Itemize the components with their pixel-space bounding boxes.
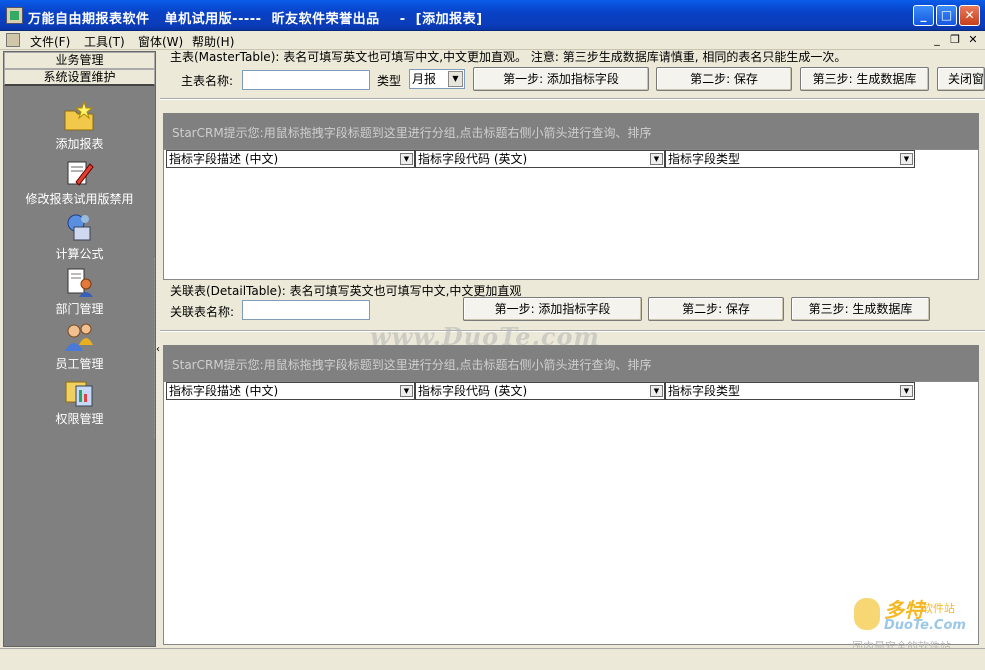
sidebar-item-department[interactable]: 部门管理 [4,266,155,320]
collapse-arrow-icon[interactable]: ‹ [156,344,160,355]
sidebar-group-settings[interactable]: 系统设置维护 [4,69,155,86]
title-bar: 万能自由期报表软件 单机试用版----- 昕友软件荣誉出品 - [添加报表] _… [0,0,985,31]
edit-document-icon [67,161,94,186]
master-column-code[interactable]: 指标字段代码 (英文) ▼ [415,150,665,168]
type-select[interactable]: 月报 ▼ [409,69,465,89]
sidebar-item-label: 部门管理 [55,302,104,316]
detail-add-field-button[interactable]: 第一步: 添加指标字段 [463,297,642,321]
sidebar-item-label: 权限管理 [55,412,104,426]
sidebar-item-label: 修改报表试用版禁用 [25,192,134,206]
column-header-label: 指标字段描述 (中文) [169,384,279,398]
divider [160,98,985,100]
chevron-down-icon[interactable]: ▼ [448,71,463,87]
window-title: 万能自由期报表软件 单机试用版----- 昕友软件荣誉出品 - [添加报表] [28,12,483,27]
column-header-label: 指标字段类型 [668,152,741,166]
close-form-button[interactable]: 关闭窗 [937,67,985,91]
minimize-button[interactable]: _ [913,5,934,26]
department-icon [67,268,93,297]
master-column-description[interactable]: 指标字段描述 (中文) ▼ [166,150,415,168]
permissions-icon [65,381,93,407]
app-icon[interactable] [6,7,23,24]
status-bar [0,648,985,670]
watermark-logo-url: DuoTe.Com [884,618,966,633]
sidebar: 业务管理 系统设置维护 添加报表 修改报表试用版禁用 计算公式 部门管理 员工管… [3,51,156,647]
mdi-close-button[interactable]: ✕ [966,33,980,47]
column-header-label: 指标字段类型 [668,384,741,398]
sidebar-item-label: 添加报表 [55,137,104,151]
sidebar-item-label: 员工管理 [55,357,104,371]
sidebar-splitter[interactable]: ‹ [154,258,162,438]
sidebar-group-business[interactable]: 业务管理 [4,52,155,69]
master-name-input[interactable] [242,70,370,90]
folder-star-icon [64,101,94,131]
sidebar-item-formula[interactable]: 计算公式 [4,211,155,265]
menu-tools[interactable]: 工具(T) [84,33,125,50]
sidebar-item-permissions[interactable]: 权限管理 [4,376,155,430]
column-filter-icon[interactable]: ▼ [400,385,413,397]
close-window-button[interactable]: ✕ [959,5,980,26]
maximize-button[interactable]: □ [936,5,957,26]
sidebar-item-add-report[interactable]: 添加报表 [4,101,155,155]
mdi-minimize-button[interactable]: _ [930,33,944,47]
employees-icon [65,323,93,351]
column-filter-icon[interactable]: ▼ [650,153,663,165]
column-header-label: 指标字段代码 (英文) [418,384,528,398]
detail-column-type[interactable]: 指标字段类型 ▼ [665,382,915,400]
detail-column-code[interactable]: 指标字段代码 (英文) ▼ [415,382,665,400]
master-grid[interactable]: 指标字段描述 (中文) ▼ 指标字段代码 (英文) ▼ 指标字段类型 ▼ [163,149,979,280]
column-filter-icon[interactable]: ▼ [900,385,913,397]
column-filter-icon[interactable]: ▼ [900,153,913,165]
detail-generate-db-button[interactable]: 第三步: 生成数据库 [791,297,930,321]
master-group-hint: StarCRM提示您:用鼠标拖拽字段标题到这里进行分组,点击标题右侧小箭头进行查… [172,126,652,140]
detail-name-input[interactable] [242,300,370,320]
master-add-field-button[interactable]: 第一步: 添加指标字段 [473,67,649,91]
detail-save-button[interactable]: 第二步: 保存 [648,297,784,321]
column-filter-icon[interactable]: ▼ [400,153,413,165]
mdi-child-icon[interactable] [6,33,20,47]
detail-column-description[interactable]: 指标字段描述 (中文) ▼ [166,382,415,400]
formula-icon [67,214,91,241]
mdi-restore-button[interactable]: ❐ [948,33,962,47]
watermark-logo: 多特 软件站 DuoTe.Com 国内最安全的软件站 [850,594,978,653]
master-generate-db-button[interactable]: 第三步: 生成数据库 [800,67,929,91]
menu-file[interactable]: 文件(F) [30,33,70,50]
mascot-icon [854,598,880,630]
type-label: 类型 [377,74,402,88]
column-header-label: 指标字段代码 (英文) [418,152,528,166]
master-column-type[interactable]: 指标字段类型 ▼ [665,150,915,168]
master-description: 主表(MasterTable): 表名可填写英文也可填写中文,中文更加直观。 注… [170,50,847,64]
watermark-logo-subtitle: 软件站 [922,602,955,615]
column-filter-icon[interactable]: ▼ [650,385,663,397]
sidebar-item-employees[interactable]: 员工管理 [4,321,155,375]
type-select-value: 月报 [412,72,437,86]
sidebar-item-label: 计算公式 [55,247,104,261]
detail-group-hint: StarCRM提示您:用鼠标拖拽字段标题到这里进行分组,点击标题右侧小箭头进行查… [172,358,652,372]
watermark-text: www.DuoTe.com [370,322,600,351]
detail-name-label: 关联表名称: [170,305,235,319]
master-name-label: 主表名称: [181,74,234,88]
sidebar-item-edit-report[interactable]: 修改报表试用版禁用 [4,156,155,210]
column-header-label: 指标字段描述 (中文) [169,152,279,166]
master-save-button[interactable]: 第二步: 保存 [656,67,792,91]
